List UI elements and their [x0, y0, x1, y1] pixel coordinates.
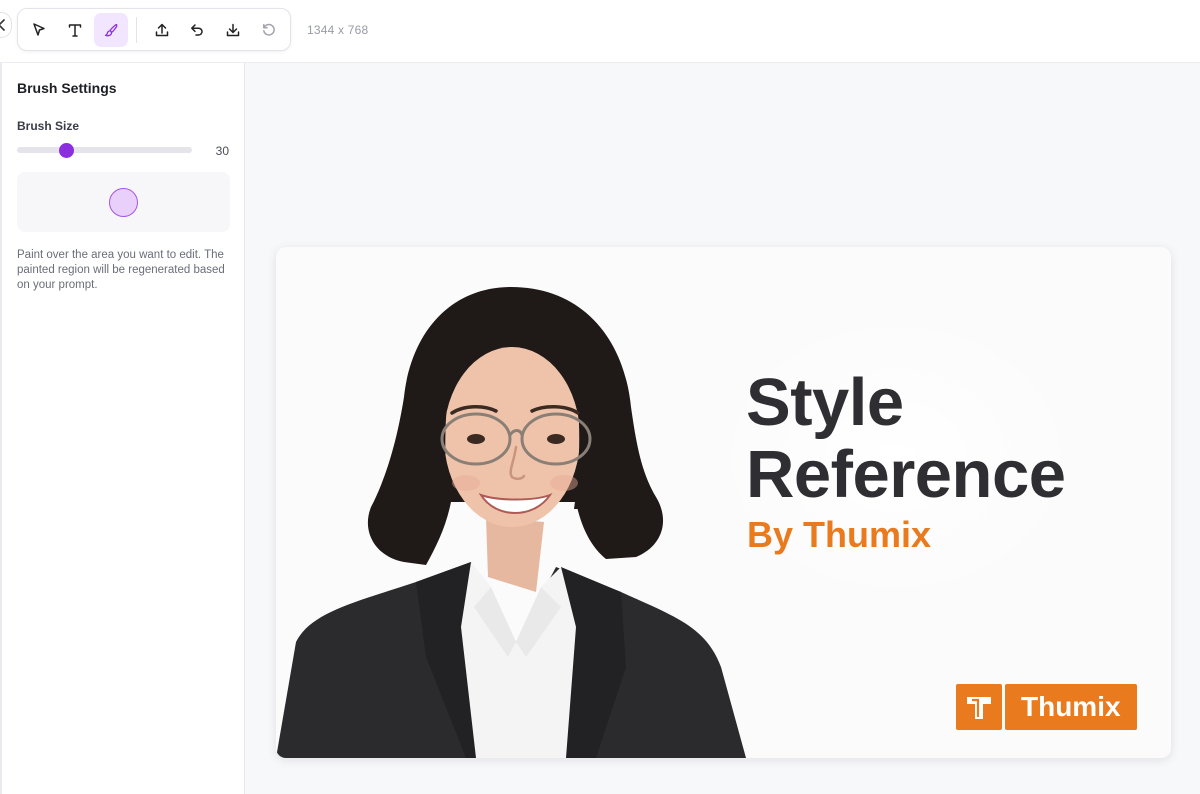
text-t-icon — [68, 23, 82, 37]
sidebar-edge — [0, 63, 2, 794]
canvas-area[interactable]: Style Reference By Thumix Thumix — [245, 63, 1200, 794]
thumix-logo: Thumix — [956, 684, 1137, 730]
portrait-image — [276, 287, 746, 758]
canvas-dimensions: 1344 x 768 — [307, 23, 369, 37]
image-subtitle: By Thumix — [747, 514, 932, 555]
slider-thumb[interactable] — [59, 143, 74, 158]
brush-tool-button[interactable] — [93, 12, 128, 47]
cursor-arrow-icon — [33, 22, 45, 36]
brush-settings-panel: Brush Settings Brush Size 30 Paint over … — [0, 63, 245, 794]
editable-image[interactable]: Style Reference By Thumix Thumix — [276, 247, 1171, 758]
image-title-line-2: Reference — [746, 437, 1066, 512]
download-tool-button[interactable] — [216, 13, 250, 47]
upload-tool-button[interactable] — [145, 13, 179, 47]
image-title-line-1: Style — [746, 365, 904, 440]
thumix-logo-text: Thumix — [1005, 684, 1137, 730]
download-icon — [226, 23, 240, 36]
slider-track — [17, 147, 192, 153]
rotate-ccw-icon — [263, 23, 275, 36]
collapse-sidebar-button[interactable] — [0, 12, 12, 38]
brush-icon — [104, 23, 118, 36]
brush-size-slider[interactable] — [17, 143, 192, 158]
select-tool-button[interactable] — [22, 13, 56, 47]
brush-preview-circle — [109, 187, 138, 217]
upload-icon — [155, 23, 168, 36]
reset-tool-button[interactable] — [252, 13, 286, 47]
toolbar — [17, 8, 291, 51]
toolbar-divider — [135, 16, 137, 43]
top-bar: 1344 x 768 — [0, 0, 1200, 63]
thumix-logo-mark — [956, 684, 1002, 730]
brush-help-text: Paint over the area you want to edit. Th… — [17, 249, 225, 291]
brush-preview-box — [17, 172, 230, 232]
undo-icon — [191, 23, 204, 36]
chevron-left-icon — [0, 19, 5, 31]
panel-title: Brush Settings — [17, 80, 117, 96]
text-tool-button[interactable] — [58, 13, 92, 47]
undo-tool-button[interactable] — [180, 13, 214, 47]
logo-t-icon — [967, 697, 991, 719]
brush-size-value: 30 — [215, 144, 229, 158]
brush-size-label: Brush Size — [17, 119, 80, 133]
